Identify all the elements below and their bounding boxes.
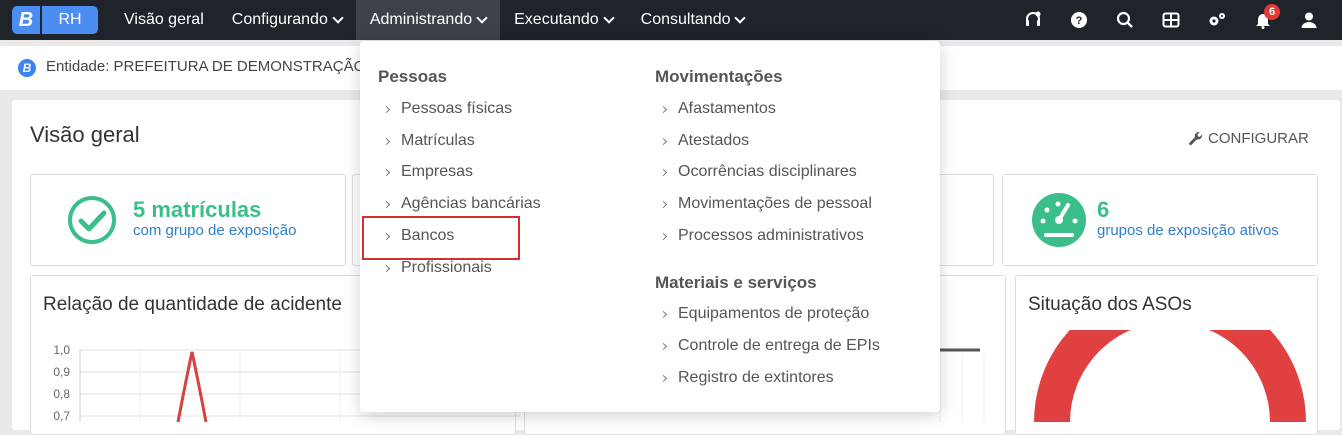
chevron-right-icon: [382, 200, 391, 208]
chevron-right-icon: [382, 264, 391, 272]
entity-logo-icon: B: [18, 59, 36, 77]
configure-label: CONFIGURAR: [1208, 130, 1309, 147]
top-icons: ? 6: [1010, 0, 1332, 40]
search-icon[interactable]: [1102, 0, 1148, 40]
series-line: [176, 351, 208, 422]
svg-text:?: ?: [1076, 15, 1083, 27]
help-icon[interactable]: ?: [1056, 0, 1102, 40]
notifications-bell[interactable]: 6: [1240, 0, 1286, 40]
wrench-icon: [1189, 131, 1203, 145]
entity-name[interactable]: Entidade: PREFEITURA DE DEMONSTRAÇÃO: [46, 58, 365, 75]
y-tick: 0,8: [53, 387, 70, 401]
top-navbar: B RH Visão geral Configurando Administra…: [0, 0, 1342, 40]
chevron-right-icon: [659, 168, 668, 176]
y-tick: 0,9: [53, 365, 70, 379]
menu-item-empresas[interactable]: Empresas: [382, 163, 473, 181]
chevron-right-icon: [382, 168, 391, 176]
aso-chart-title: Situação dos ASOs: [1028, 294, 1192, 315]
stat-label: com grupo de exposição: [133, 222, 297, 239]
nav-consultando[interactable]: Consultando: [627, 0, 759, 40]
menu-item-registro-de-extintores[interactable]: Registro de extintores: [659, 369, 834, 387]
menu-item-afastamentos[interactable]: Afastamentos: [659, 100, 776, 118]
apps-grid-icon[interactable]: [1148, 0, 1194, 40]
stat-value: 5 matrículas: [133, 197, 262, 222]
stat-card-grupos[interactable]: 6 grupos de exposição ativos: [1002, 174, 1318, 266]
menu-item-movimentacoes-de-pessoal[interactable]: Movimentações de pessoal: [659, 195, 872, 213]
nav-configurando[interactable]: Configurando: [218, 0, 356, 40]
menu-item-agencias-bancarias[interactable]: Agências bancárias: [382, 195, 541, 213]
check-circle-icon: [68, 196, 116, 244]
chevron-down-icon: [602, 12, 615, 24]
chevron-down-icon: [734, 12, 747, 24]
stat-value: 6: [1097, 197, 1110, 222]
stat-card-matriculas[interactable]: 5 matrículas com grupo de exposição: [30, 174, 346, 266]
chevron-right-icon: [382, 105, 391, 113]
chevron-down-icon: [476, 12, 488, 24]
bancos-highlight-box: [362, 216, 520, 260]
user-icon[interactable]: [1286, 0, 1332, 40]
chevron-right-icon: [659, 374, 668, 382]
menu-item-atestados[interactable]: Atestados: [659, 132, 749, 150]
chevron-right-icon: [382, 137, 391, 145]
stat-label: grupos de exposição ativos: [1097, 222, 1279, 239]
page-title: Visão geral: [30, 122, 140, 147]
menu-item-controle-de-entrega-de-epis[interactable]: Controle de entrega de EPIs: [659, 337, 880, 355]
menu-item-profissionais[interactable]: Profissionais: [382, 259, 492, 277]
chevron-right-icon: [659, 232, 668, 240]
menu-heading-pessoas: Pessoas: [378, 67, 447, 86]
menu-item-processos-administrativos[interactable]: Processos administrativos: [659, 227, 864, 245]
menu-item-matriculas[interactable]: Matrículas: [382, 132, 475, 150]
menu-item-pessoas-fisicas[interactable]: Pessoas físicas: [382, 100, 512, 118]
y-tick: 0,7: [53, 409, 70, 422]
chevron-right-icon: [659, 105, 668, 113]
nav-administrando[interactable]: Administrando: [355, 0, 501, 40]
app-logo[interactable]: B RH: [12, 6, 98, 34]
y-tick: 1,0: [53, 343, 70, 357]
gauge-icon: [1032, 193, 1086, 247]
chevron-right-icon: [659, 342, 668, 350]
middle-chart-fragment: [930, 348, 985, 422]
nav-visao-geral[interactable]: Visão geral: [110, 0, 218, 40]
chevron-right-icon: [659, 310, 668, 318]
menu-heading-materiais-e-servicos: Materiais e serviços: [655, 273, 817, 292]
notification-count-badge: 6: [1264, 4, 1280, 20]
menu-item-equipamentos-de-protecao[interactable]: Equipamentos de proteção: [659, 305, 869, 323]
logo-letter: B: [12, 6, 40, 34]
nav-executando[interactable]: Executando: [500, 0, 627, 40]
accidents-chart-title: Relação de quantidade de acidente: [43, 294, 342, 315]
chevron-right-icon: [659, 200, 668, 208]
settings-icon[interactable]: [1194, 0, 1240, 40]
main-nav: Visão geral Configurando Administrando E…: [110, 0, 758, 40]
aso-donut-chart: [1034, 330, 1306, 422]
logo-app-name: RH: [42, 6, 98, 34]
configure-button[interactable]: CONFIGURAR: [1188, 130, 1309, 147]
menu-item-ocorrencias-disciplinares[interactable]: Ocorrências disciplinares: [659, 163, 857, 181]
donut-slice: [1034, 330, 1306, 422]
chevron-right-icon: [659, 137, 668, 145]
chevron-down-icon: [332, 12, 344, 24]
headset-icon[interactable]: [1010, 0, 1056, 40]
menu-heading-movimentacoes: Movimentações: [655, 67, 783, 86]
